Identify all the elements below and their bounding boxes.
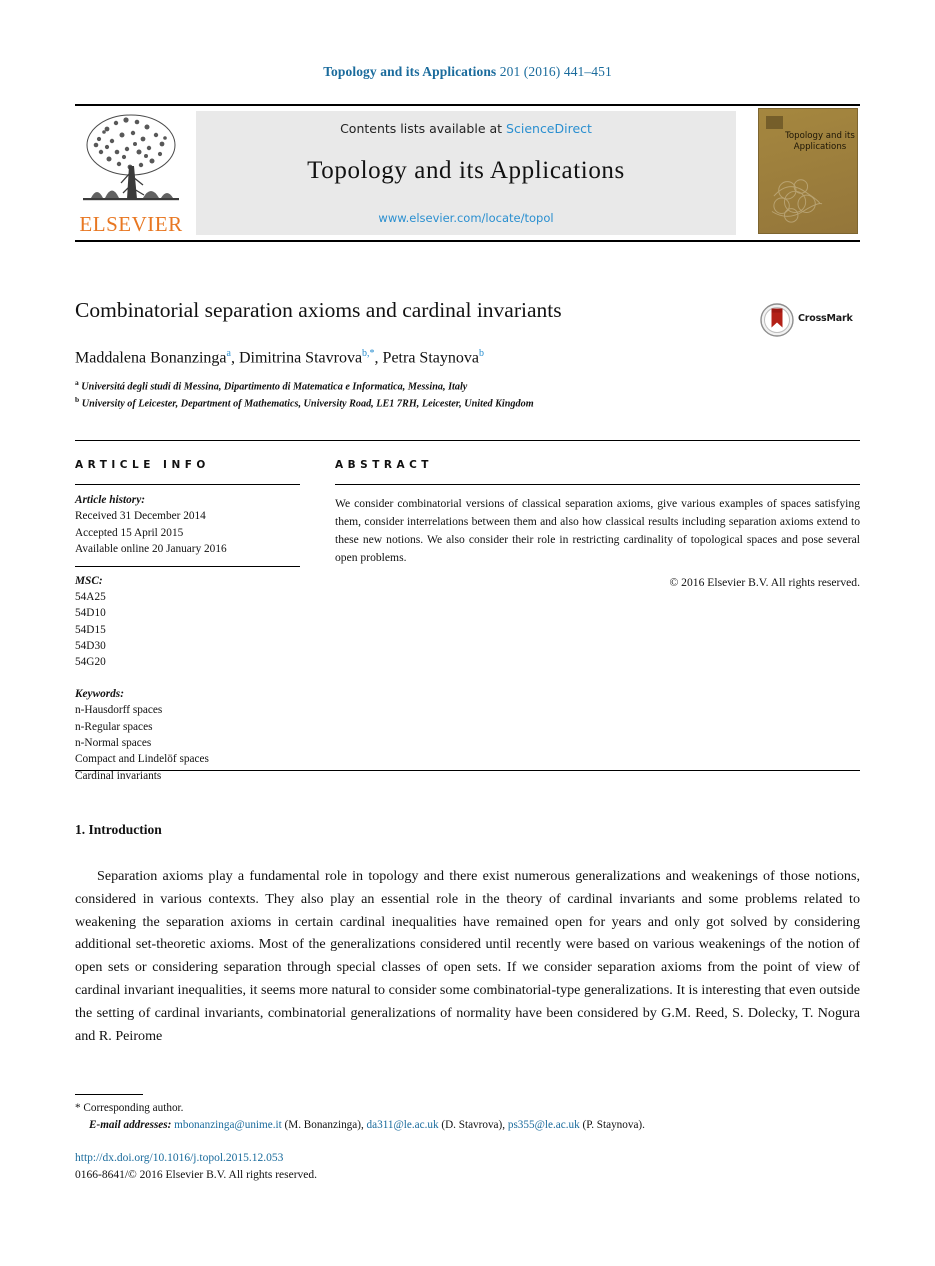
- crossmark-icon: [760, 303, 794, 337]
- article-info-column: ARTICLE INFO Article history: Received 3…: [75, 459, 300, 784]
- footnote-block: * Corresponding author. E-mail addresses…: [75, 1100, 860, 1134]
- page-title: Combinatorial separation axioms and card…: [75, 298, 562, 322]
- introduction-paragraph: Separation axioms play a fundamental rol…: [75, 868, 860, 1044]
- email-addresses-line: E-mail addresses: mbonanzinga@unime.it (…: [89, 1117, 860, 1134]
- journal-url-link[interactable]: www.elsevier.com/locate/topol: [196, 211, 736, 225]
- elsevier-tree-icon: [83, 114, 179, 201]
- sciencedirect-link[interactable]: ScienceDirect: [506, 121, 592, 136]
- email-owner-stavrova: (D. Stavrova),: [441, 1118, 506, 1131]
- sciencedirect-band: Contents lists available at ScienceDirec…: [196, 111, 736, 235]
- cover-artwork-icon: [771, 179, 823, 223]
- keywords-block: Keywords: n-Hausdorff spaces n-Regular s…: [75, 686, 300, 784]
- email-link-staynova[interactable]: ps355@le.ac.uk: [508, 1119, 580, 1131]
- article-info-rule: [75, 484, 300, 485]
- doi-link[interactable]: http://dx.doi.org/10.1016/j.topol.2015.1…: [75, 1150, 860, 1167]
- contents-line: Contents lists available at ScienceDirec…: [196, 121, 736, 136]
- crossmark-label: CrossMark: [798, 313, 853, 324]
- keywords-label: Keywords:: [75, 687, 124, 700]
- abstract-column: ABSTRACT We consider combinatorial versi…: [335, 459, 860, 589]
- elsevier-wordmark: ELSEVIER: [79, 212, 183, 236]
- doi-block: http://dx.doi.org/10.1016/j.topol.2015.1…: [75, 1150, 860, 1183]
- msc-code: 54D30: [75, 640, 106, 652]
- crossmark-badge[interactable]: CrossMark: [760, 303, 860, 337]
- msc-label: MSC:: [75, 574, 103, 587]
- journal-cover-thumbnail: Topology and its Applications: [758, 108, 858, 234]
- email-link-bonanzinga[interactable]: mbonanzinga@unime.it: [174, 1119, 282, 1131]
- keyword-item: Compact and Lindelöf spaces: [75, 753, 209, 766]
- article-history: Article history: Received 31 December 20…: [75, 492, 300, 558]
- abstract-heading: ABSTRACT: [335, 459, 433, 471]
- msc-code: 54A25: [75, 590, 106, 603]
- paper-page: Topology and its Applications 201 (2016)…: [0, 0, 935, 1266]
- running-head: Topology and its Applications 201 (2016)…: [0, 64, 935, 80]
- keyword-item: Cardinal invariants: [75, 769, 162, 782]
- email-owner-staynova: (P. Staynova).: [582, 1118, 645, 1131]
- cover-title: Topology and its Applications: [785, 131, 855, 152]
- journal-masthead: ELSEVIER Contents lists available at Sci…: [75, 104, 860, 242]
- email-owner-bonanzinga: (M. Bonanzinga),: [284, 1118, 364, 1131]
- divider-top: [75, 440, 860, 441]
- affiliation-list: a Universitá degli studi di Messina, Dip…: [75, 378, 534, 410]
- author-list: Maddalena Bonanzingaa, Dimitrina Stavrov…: [75, 348, 484, 367]
- elsevier-logo: ELSEVIER: [75, 111, 187, 235]
- keyword-item: n-Regular spaces: [75, 720, 153, 733]
- corresponding-author-note: * Corresponding author.: [75, 1102, 184, 1114]
- msc-code: 54G20: [75, 656, 106, 669]
- keyword-item: n-Normal spaces: [75, 736, 152, 749]
- msc-code: 54D10: [75, 607, 106, 620]
- article-history-received: Received 31 December 2014: [75, 510, 206, 523]
- article-history-label: Article history:: [75, 494, 145, 506]
- abstract-body: We consider combinatorial versions of cl…: [335, 497, 860, 564]
- article-history-accepted: Accepted 15 April 2015: [75, 526, 184, 539]
- issn-copyright-line: 0166-8641/© 2016 Elsevier B.V. All right…: [75, 1168, 318, 1181]
- keyword-item: n-Hausdorff spaces: [75, 704, 163, 717]
- article-info-heading: ARTICLE INFO: [75, 459, 210, 471]
- abstract-rule: [335, 484, 860, 485]
- contents-prefix: Contents lists available at: [340, 121, 507, 136]
- msc-code: 54D15: [75, 623, 106, 636]
- msc-block: MSC: 54A25 54D10 54D15 54D30 54G20: [75, 573, 300, 671]
- journal-title: Topology and its Applications: [307, 157, 625, 184]
- email-link-stavrova[interactable]: da311@le.ac.uk: [367, 1119, 439, 1131]
- article-history-online: Available online 20 January 2016: [75, 543, 227, 556]
- cover-elsevier-icon: [766, 116, 783, 129]
- running-head-journal: Topology and its Applications: [323, 64, 497, 79]
- section-heading-introduction: 1. Introduction: [75, 822, 162, 837]
- abstract-copyright: © 2016 Elsevier B.V. All rights reserved…: [669, 575, 860, 589]
- footnote-rule: [75, 1094, 143, 1095]
- running-head-citation: 201 (2016) 441–451: [499, 64, 612, 79]
- article-info-separator: [75, 565, 300, 567]
- email-addresses-label: E-mail addresses:: [89, 1118, 172, 1131]
